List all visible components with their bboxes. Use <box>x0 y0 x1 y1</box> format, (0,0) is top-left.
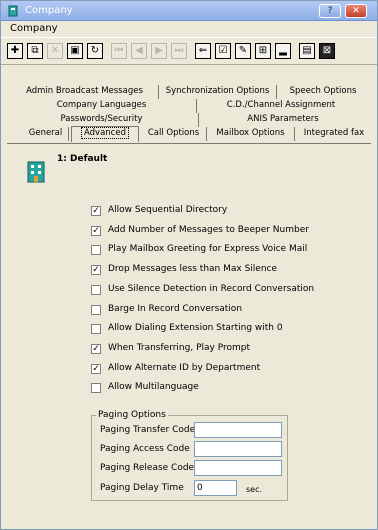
paging-release-code-input[interactable] <box>194 460 282 476</box>
menu-company[interactable]: Company <box>10 23 58 34</box>
edit-icon[interactable]: ✎ <box>235 43 251 59</box>
checkbox-allow-dialing-extension[interactable] <box>91 324 101 334</box>
checkbox-allow-sequential-directory[interactable]: ✓ <box>91 206 101 216</box>
option-label: Allow Dialing Extension Starting with 0 <box>108 323 283 333</box>
tab-speech-options[interactable]: Speech Options <box>277 85 369 99</box>
checklist-icon[interactable]: ☑ <box>215 43 231 59</box>
tab-general[interactable]: General <box>23 127 69 141</box>
find-icon[interactable]: ⇐ <box>195 43 211 59</box>
option-label: Allow Multilanguage <box>108 382 199 392</box>
checkbox-allow-multilanguage[interactable] <box>91 383 101 393</box>
next-record-icon[interactable]: ▶ <box>151 43 167 59</box>
option-label: Barge In Record Conversation <box>108 304 243 314</box>
title-bar[interactable]: Company ? ✕ <box>1 1 377 21</box>
tab-admin-broadcast-messages[interactable]: Admin Broadcast Messages <box>11 85 159 99</box>
option-label: Allow Alternate ID by Department <box>108 363 261 373</box>
option-label: Allow Sequential Directory <box>108 205 228 215</box>
copy-icon[interactable]: ⧉ <box>27 43 43 59</box>
close-button[interactable]: ✕ <box>345 4 367 18</box>
paging-access-code-input[interactable] <box>194 441 282 457</box>
option-label: Play Mailbox Greeting for Express Voice … <box>108 244 308 254</box>
last-record-icon[interactable]: ⏭ <box>171 43 187 59</box>
paging-delay-unit: sec. <box>246 485 263 494</box>
first-record-icon[interactable]: ⏮ <box>111 43 127 59</box>
checkbox-allow-alternate-id[interactable]: ✓ <box>91 364 101 374</box>
paging-access-code-label: Paging Access Code <box>100 444 190 454</box>
paging-options-group: Paging Options Paging Transfer Code Pagi… <box>91 410 288 501</box>
report-icon[interactable]: ▤ <box>299 43 315 59</box>
tab-synchronization-options[interactable]: Synchronization Options <box>159 85 277 99</box>
previous-record-icon[interactable]: ◀ <box>131 43 147 59</box>
toolbar: ✚ ⧉ ✕ ▣ ↻ ⏮ ◀ ▶ ⏭ ⇐ ☑ ✎ ⊞ ▂ ▤ ⊠ <box>1 37 377 65</box>
checkbox-use-silence-detection[interactable] <box>91 285 101 295</box>
properties-icon[interactable]: ⊞ <box>255 43 271 59</box>
record-title: 1: Default <box>57 154 108 164</box>
tab-anis-parameters[interactable]: ANIS Parameters <box>199 113 367 127</box>
paging-delay-time-input[interactable] <box>194 480 237 496</box>
refresh-icon[interactable]: ↻ <box>87 43 103 59</box>
checkbox-play-mailbox-greeting[interactable] <box>91 245 101 255</box>
phone-app-icon <box>8 5 18 17</box>
menu-bar: Company <box>1 21 377 37</box>
tab-mailbox-options[interactable]: Mailbox Options <box>207 127 295 141</box>
company-window: Company ? ✕ Company ✚ ⧉ ✕ ▣ ↻ ⏮ ◀ ▶ ⏭ ⇐ … <box>0 0 378 530</box>
paging-delay-time-label: Paging Delay Time <box>100 483 184 493</box>
tab-passwords-security[interactable]: Passwords/Security <box>5 113 199 127</box>
tab-integrated-fax[interactable]: Integrated fax <box>295 127 373 141</box>
paging-transfer-code-label: Paging Transfer Code <box>100 425 196 435</box>
checkbox-when-transferring[interactable]: ✓ <box>91 344 101 354</box>
chart-icon[interactable]: ▂ <box>275 43 291 59</box>
exit-icon[interactable]: ⊠ <box>319 43 335 59</box>
tab-strip: Admin Broadcast Messages Synchronization… <box>1 85 377 143</box>
tab-call-options[interactable]: Call Options <box>141 127 207 141</box>
tab-cd-channel-assignment[interactable]: C.D./Channel Assignment <box>197 99 365 113</box>
company-building-icon <box>27 161 45 183</box>
save-icon[interactable]: ▣ <box>67 43 83 59</box>
option-label: Drop Messages less than Max Silence <box>108 264 278 274</box>
paging-transfer-code-input[interactable] <box>194 422 282 438</box>
checkbox-add-number-of-messages[interactable]: ✓ <box>91 226 101 236</box>
paging-options-legend: Paging Options <box>96 410 168 420</box>
tab-company-languages[interactable]: Company Languages <box>7 99 197 113</box>
tab-advanced[interactable]: Advanced <box>71 126 139 142</box>
tab-advanced-label: Advanced <box>81 127 129 139</box>
checkbox-barge-in[interactable] <box>91 305 101 315</box>
delete-icon[interactable]: ✕ <box>47 43 63 59</box>
option-label: Use Silence Detection in Record Conversa… <box>108 284 315 294</box>
help-button[interactable]: ? <box>319 4 341 18</box>
add-icon[interactable]: ✚ <box>7 43 23 59</box>
paging-release-code-label: Paging Release Code <box>100 463 195 473</box>
option-label: When Transferring, Play Prompt <box>108 343 250 353</box>
option-label: Add Number of Messages to Beeper Number <box>108 225 309 235</box>
window-title: Company <box>25 5 73 16</box>
checkbox-drop-messages[interactable]: ✓ <box>91 265 101 275</box>
